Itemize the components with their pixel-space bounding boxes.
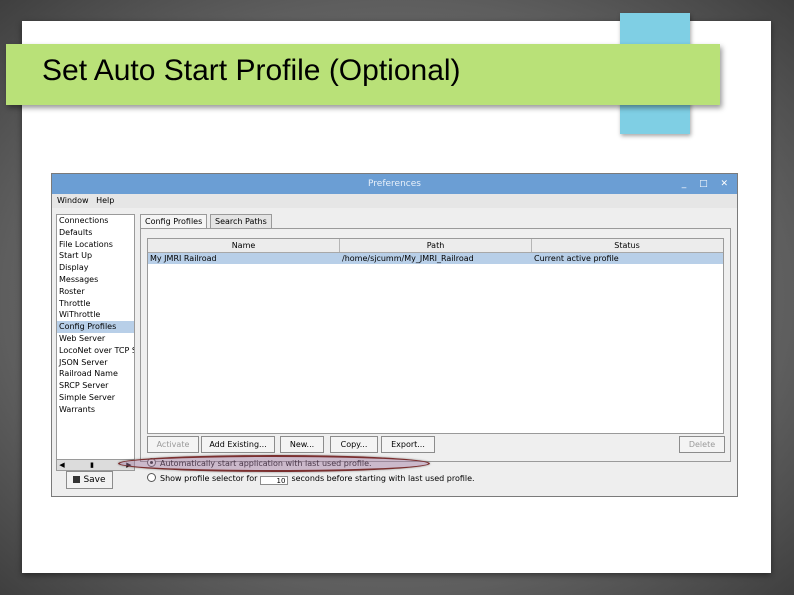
scroll-left-icon[interactable]: ◀ <box>57 460 67 470</box>
tab-search-paths[interactable]: Search Paths <box>210 214 272 228</box>
save-button[interactable]: Save <box>66 471 113 489</box>
menu-bar: Window Help <box>52 194 737 208</box>
nav-item-display[interactable]: Display <box>57 262 134 274</box>
cell-profile-path: /home/sjcumm/My_JMRI_Railroad <box>342 254 474 263</box>
table-header: Name Path Status <box>148 239 723 253</box>
cell-profile-name: My JMRI Railroad <box>150 254 217 263</box>
show-selector-suffix: seconds before starting with last used p… <box>291 474 475 483</box>
export-button[interactable]: Export... <box>381 436 435 453</box>
column-header-status[interactable]: Status <box>532 239 722 252</box>
config-profiles-panel: Name Path Status My JMRI Railroad /home/… <box>140 228 731 462</box>
nav-item-warrants[interactable]: Warrants <box>57 404 134 416</box>
delete-button[interactable]: Delete <box>679 436 725 453</box>
nav-item-defaults[interactable]: Defaults <box>57 227 134 239</box>
window-title: Preferences <box>52 174 737 194</box>
nav-item-json-server[interactable]: JSON Server <box>57 357 134 369</box>
nav-item-roster[interactable]: Roster <box>57 286 134 298</box>
copy-button[interactable]: Copy... <box>330 436 378 453</box>
cell-profile-status: Current active profile <box>534 254 619 263</box>
save-label: Save <box>83 475 106 485</box>
new-button[interactable]: New... <box>280 436 324 453</box>
nav-item-simple-server[interactable]: Simple Server <box>57 392 134 404</box>
menu-help[interactable]: Help <box>96 194 114 208</box>
slide-title: Set Auto Start Profile (Optional) <box>42 54 461 87</box>
nav-item-messages[interactable]: Messages <box>57 274 134 286</box>
nav-item-withrottle[interactable]: WiThrottle <box>57 309 134 321</box>
preferences-window: Preferences _ □ ✕ Window Help Connection… <box>51 173 738 497</box>
nav-item-connections[interactable]: Connections <box>57 215 134 227</box>
show-selector-option[interactable]: Show profile selector for 10 seconds befor… <box>147 473 475 485</box>
nav-item-config-profiles[interactable]: Config Profiles <box>57 321 134 333</box>
column-header-name[interactable]: Name <box>148 239 340 252</box>
profiles-table: Name Path Status My JMRI Railroad /home/… <box>147 238 724 434</box>
window-controls[interactable]: _ □ ✕ <box>682 174 733 194</box>
nav-item-web-server[interactable]: Web Server <box>57 333 134 345</box>
nav-item-throttle[interactable]: Throttle <box>57 298 134 310</box>
table-row[interactable]: My JMRI Railroad /home/sjcumm/My_JMRI_Ra… <box>148 253 723 264</box>
annotation-highlight-oval <box>118 455 430 472</box>
nav-item-file-locations[interactable]: File Locations <box>57 239 134 251</box>
show-selector-radio[interactable] <box>147 473 156 482</box>
selector-seconds-spinner[interactable]: 10 <box>260 476 289 485</box>
preferences-nav-list: Connections Defaults File Locations Star… <box>56 214 135 460</box>
nav-item-srcp-server[interactable]: SRCP Server <box>57 380 134 392</box>
nav-item-start-up[interactable]: Start Up <box>57 250 134 262</box>
scroll-thumb[interactable]: ▮ <box>87 460 97 470</box>
nav-item-loconet-over-tcp[interactable]: LocoNet over TCP S <box>57 345 134 357</box>
nav-item-railroad-name[interactable]: Railroad Name <box>57 368 134 380</box>
column-header-path[interactable]: Path <box>340 239 532 252</box>
menu-window[interactable]: Window <box>57 194 89 208</box>
save-disk-icon <box>73 476 81 483</box>
tab-config-profiles[interactable]: Config Profiles <box>140 214 208 229</box>
slide-title-bar: Set Auto Start Profile (Optional) <box>6 44 720 105</box>
activate-button[interactable]: Activate <box>147 436 199 453</box>
show-selector-prefix: Show profile selector for <box>160 474 258 483</box>
add-existing-button[interactable]: Add Existing... <box>201 436 275 453</box>
